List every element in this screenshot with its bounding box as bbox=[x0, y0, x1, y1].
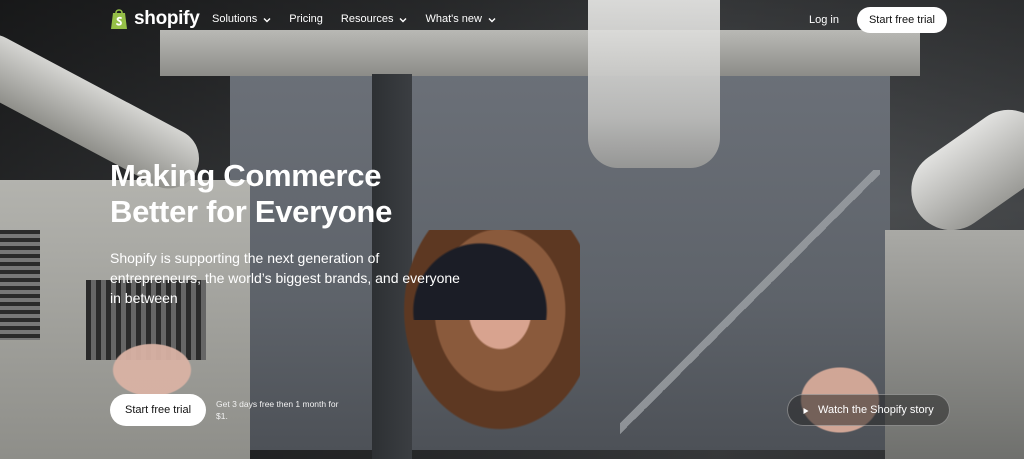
nav-item-label: What's new bbox=[425, 13, 482, 25]
nav-item-whats-new[interactable]: What's new bbox=[425, 13, 496, 25]
hero-section: shopify Solutions Pricing Resources What… bbox=[0, 0, 1024, 459]
nav-item-resources[interactable]: Resources bbox=[341, 13, 408, 25]
chevron-down-icon bbox=[488, 15, 496, 23]
top-navigation: shopify Solutions Pricing Resources What… bbox=[0, 0, 1024, 40]
start-free-trial-button[interactable]: Start free trial bbox=[110, 394, 207, 426]
nav-item-label: Solutions bbox=[212, 13, 258, 25]
hero-copy: Making Commerce Better for Everyone Shop… bbox=[110, 158, 460, 308]
shopify-bag-icon bbox=[110, 8, 128, 30]
login-link[interactable]: Log in bbox=[809, 14, 839, 26]
chevron-down-icon bbox=[399, 15, 407, 23]
play-icon bbox=[802, 406, 810, 414]
nav-item-solutions[interactable]: Solutions bbox=[212, 13, 271, 25]
nav-actions: Log in Start free trial bbox=[809, 7, 947, 33]
brand-name: shopify bbox=[134, 8, 200, 29]
background-right-pipe bbox=[895, 94, 1024, 246]
watch-story-button[interactable]: Watch the Shopify story bbox=[787, 394, 950, 426]
nav-item-label: Pricing bbox=[289, 13, 323, 25]
start-free-trial-nav-button[interactable]: Start free trial bbox=[856, 7, 947, 33]
main-menu: Solutions Pricing Resources What's new bbox=[212, 13, 496, 25]
logo-link[interactable]: shopify bbox=[110, 8, 200, 30]
trial-note: Get 3 days free then 1 month for $1. bbox=[216, 399, 339, 421]
chevron-down-icon bbox=[263, 15, 271, 23]
hero-cta-row: Start free trial Get 3 days free then 1 … bbox=[110, 394, 344, 426]
hero-subtitle: Shopify is supporting the next generatio… bbox=[110, 250, 460, 306]
hero-title: Making Commerce Better for Everyone bbox=[110, 158, 393, 229]
watch-story-label: Watch the Shopify story bbox=[818, 404, 934, 416]
nav-item-label: Resources bbox=[340, 13, 394, 25]
nav-item-pricing[interactable]: Pricing bbox=[289, 13, 323, 25]
